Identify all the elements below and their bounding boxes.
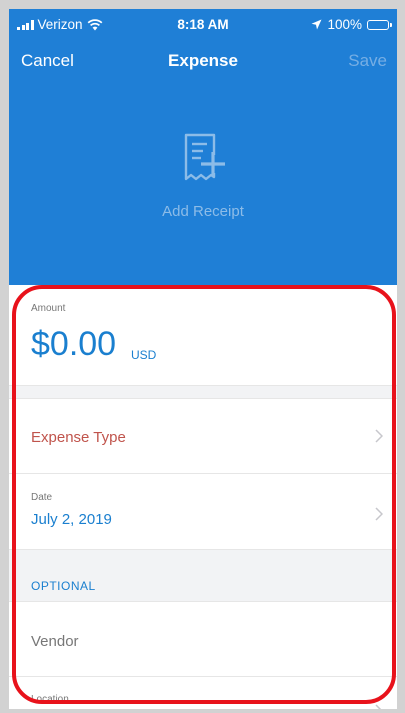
status-bar: Verizon 8:18 AM 100% <box>9 9 397 39</box>
currency-code: USD <box>131 348 157 362</box>
location-arrow-icon <box>311 19 322 30</box>
date-value: July 2, 2019 <box>31 511 112 528</box>
amount-value[interactable]: $0.00 <box>31 325 116 364</box>
receipt-add-icon <box>184 133 225 181</box>
page-title: Expense <box>168 51 238 70</box>
chevron-right-icon <box>375 704 382 709</box>
battery-icon <box>367 19 392 30</box>
chevron-right-icon <box>375 507 383 521</box>
optional-section-label: OPTIONAL <box>31 579 96 593</box>
expense-type-label: Expense Type <box>31 429 126 446</box>
optional-section-header: OPTIONAL <box>9 550 397 602</box>
vendor-row[interactable]: Vendor <box>9 602 397 677</box>
date-label: Date <box>31 492 53 503</box>
chevron-right-icon <box>375 429 383 443</box>
add-receipt-label: Add Receipt <box>162 203 244 220</box>
expense-form: Amount $0.00 USD Expense Type Date July … <box>9 285 397 709</box>
save-button[interactable]: Save <box>348 51 387 71</box>
phone-screen: Verizon 8:18 AM 100% Cancel Expense Save <box>9 9 397 709</box>
section-spacer <box>9 386 397 399</box>
status-right: 100% <box>311 17 392 32</box>
battery-percent: 100% <box>327 17 362 32</box>
location-row[interactable]: Location <box>9 677 397 709</box>
navigation-bar: Cancel Expense Save <box>9 47 397 77</box>
add-receipt-button[interactable]: Add Receipt <box>9 127 397 220</box>
expense-type-row[interactable]: Expense Type <box>9 399 397 474</box>
amount-field[interactable]: Amount $0.00 USD <box>9 285 397 386</box>
date-row[interactable]: Date July 2, 2019 <box>9 474 397 550</box>
vendor-label: Vendor <box>31 633 79 650</box>
amount-label: Amount <box>31 303 66 314</box>
header: Verizon 8:18 AM 100% Cancel Expense Save <box>9 9 397 285</box>
location-label: Location <box>31 694 69 705</box>
